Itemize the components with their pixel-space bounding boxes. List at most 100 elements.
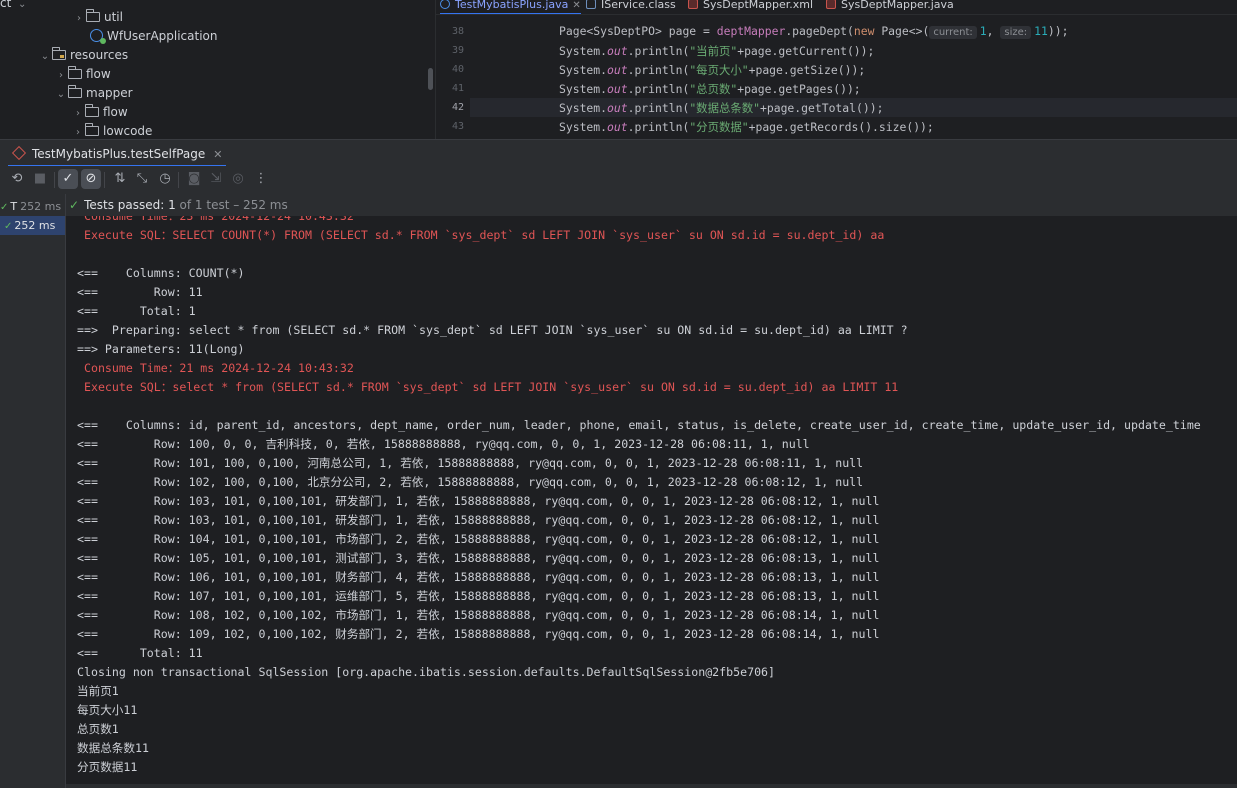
test-tree-item-selected[interactable]: ✓ 252 ms (0, 216, 65, 235)
console-line: <== Total: 1 (77, 304, 196, 318)
history-icon[interactable]: ◷ (155, 169, 175, 189)
mapper-file-icon (826, 0, 836, 9)
console-line-sql-log: Execute SQL：select * from (SELECT sd.* F… (77, 380, 899, 394)
chevron-down-icon[interactable]: ⌄ (38, 47, 52, 66)
chevron-right-icon[interactable]: › (54, 66, 68, 85)
chevron-down-icon[interactable]: ⌄ (54, 85, 68, 104)
folder-icon (86, 9, 100, 22)
console-line: <== Row: 102, 100, 0,100, 北京分公司, 2, 若依, … (77, 475, 864, 489)
console-line: <== Row: 101, 100, 0,100, 河南总公司, 1, 若依, … (77, 456, 864, 470)
spring-boot-app-icon (90, 29, 106, 44)
run-tab-label: TestMybatisPlus.testSelfPage (32, 147, 206, 161)
test-tree-root[interactable]: ✓ T 252 ms (0, 197, 65, 216)
resources-folder-icon (52, 47, 66, 60)
camera-icon[interactable]: ◙ (184, 169, 204, 189)
code-line-41[interactable]: System.out.println("总页数"+page.getPages()… (559, 81, 861, 97)
project-scrollbar[interactable] (428, 68, 433, 90)
console-line: 总页数1 (77, 722, 119, 736)
console-line-sql-log: Consume Time：21 ms 2024-12-24 10:43:32 (77, 361, 354, 375)
param-hint-size: size: (1000, 26, 1032, 39)
collapse-all-icon[interactable]: ⤡ (132, 169, 152, 189)
chevron-down-icon[interactable]: ⌄ (15, 0, 29, 14)
console-line: <== Columns: COUNT(*) (77, 266, 245, 280)
code-line-40[interactable]: System.out.println("每页大小"+page.getSize()… (559, 62, 865, 78)
tree-item-util[interactable]: › util (72, 8, 123, 27)
console-line: <== Row: 109, 102, 0,100,102, 财务部门, 2, 若… (77, 627, 880, 641)
console-line: <== Row: 103, 101, 0,100,101, 研发部门, 1, 若… (77, 513, 880, 527)
line-number-current: 42 (451, 102, 464, 113)
top-area: ct ⌄ › util WfUserApplication ⌄ resources … (0, 0, 1237, 139)
test-results-tree: ✓ T 252 ms ✓ 252 ms (0, 194, 66, 788)
code-line-42[interactable]: System.out.println("数据总条数"+page.getTotal… (559, 100, 883, 116)
passed-check-icon: ✓ (4, 221, 13, 232)
code-line-38[interactable]: Page<SysDeptPO> page = deptMapper.pageDe… (559, 24, 1068, 39)
more-options-icon[interactable]: ⋮ (251, 169, 271, 189)
java-class-icon (440, 0, 450, 9)
project-header[interactable]: ct ⌄ (0, 0, 29, 13)
tree-item-mapper-flow[interactable]: › flow (71, 103, 128, 122)
run-tab[interactable]: TestMybatisPlus.testSelfPage ✕ (8, 143, 227, 167)
import-tests-icon[interactable]: ⇲ (206, 169, 226, 189)
console-line: Closing non transactional SqlSession [or… (77, 665, 776, 679)
line-number: 43 (451, 121, 464, 132)
test-status-bar: ✓ Tests passed: 1 of 1 test – 252 ms (66, 194, 1237, 216)
passed-check-icon: ✓ (0, 202, 9, 213)
chevron-right-icon[interactable]: › (72, 9, 86, 28)
console-horizontal-scrollbar[interactable] (66, 784, 1237, 788)
tab-sysdeptmapper-java[interactable]: SysDeptMapper.java (826, 0, 954, 14)
tree-item-wfuserapplication[interactable]: WfUserApplication (90, 27, 218, 46)
test-run-icon (11, 145, 27, 161)
console-line: <== Total: 11 (77, 646, 203, 660)
tree-item-resources[interactable]: ⌄ resources (38, 46, 128, 65)
rerun-failed-icon[interactable]: ⟲ (7, 169, 27, 189)
console-output[interactable]: Consume Time：23 ms 2024-12-24 10:43:32 E… (66, 216, 1237, 788)
console-line: ==> Parameters: 11(Long) (77, 342, 245, 356)
line-number-gutter: 38 39 40 41 42 43 (436, 16, 470, 139)
status-count: 1 (168, 198, 176, 212)
passed-check-icon: ✓ (69, 198, 80, 212)
stop-icon[interactable]: ■ (30, 169, 50, 189)
line-number: 41 (451, 83, 464, 94)
toolbar-separator (178, 172, 179, 188)
folder-icon (68, 66, 82, 79)
tree-item-mapper[interactable]: ⌄ mapper (54, 84, 133, 103)
folder-icon (85, 123, 99, 136)
console-line: <== Row: 106, 101, 0,100,101, 财务部门, 4, 若… (77, 570, 880, 584)
tab-sysdeptmapper-xml[interactable]: SysDeptMapper.xml (688, 0, 813, 14)
console-line: <== Row: 11 (77, 285, 203, 299)
close-icon[interactable]: ✕ (572, 0, 580, 11)
console-line: <== Row: 104, 101, 0,100,101, 市场部门, 2, 若… (77, 532, 880, 546)
tab-testmybatisplus[interactable]: TestMybatisPlus.java ✕ (440, 0, 581, 14)
console-line-sql-log: Consume Time：23 ms 2024-12-24 10:43:32 (77, 216, 354, 223)
folder-icon (68, 85, 82, 98)
line-number: 39 (451, 45, 464, 56)
run-toolbar: ⟲ ■ ✓ ⊘ ⇅ ⤡ ◷ ◙ ⇲ ◎ ⋮ (0, 166, 1237, 194)
code-line-43[interactable]: System.out.println("分页数据"+page.getRecord… (559, 119, 934, 135)
xml-file-icon (688, 0, 698, 9)
toolbar-separator (104, 172, 105, 188)
console-line: 每页大小11 (77, 703, 138, 717)
console-line: 当前页1 (77, 684, 119, 698)
toolbar-separator (54, 172, 55, 188)
tab-iservice[interactable]: IService.class (586, 0, 676, 14)
show-ignored-toggle-icon[interactable]: ⊘ (81, 169, 101, 189)
tree-item-flow[interactable]: › flow (54, 65, 111, 84)
sort-alphabetically-icon[interactable]: ⇅ (110, 169, 130, 189)
run-tool-window-header: TestMybatisPlus.testSelfPage ✕ (0, 139, 1237, 167)
folder-icon (85, 104, 99, 117)
line-number: 38 (451, 26, 464, 37)
project-title: ct (0, 0, 12, 10)
show-passed-toggle-icon[interactable]: ✓ (58, 169, 78, 189)
code-line-39[interactable]: System.out.println("当前页"+page.getCurrent… (559, 43, 874, 59)
class-file-icon (586, 0, 596, 9)
console-line: <== Columns: id, parent_id, ancestors, d… (77, 418, 1201, 432)
console-line: <== Row: 100, 0, 0, 吉利科技, 0, 若依, 1588888… (77, 437, 810, 451)
close-icon[interactable]: ✕ (213, 148, 222, 161)
editor-tabs: TestMybatisPlus.java ✕ IService.class Sys… (436, 0, 1237, 15)
coverage-icon[interactable]: ◎ (228, 169, 248, 189)
console-line: <== Row: 108, 102, 0,100,102, 市场部门, 1, 若… (77, 608, 880, 622)
console-line: <== Row: 105, 101, 0,100,101, 测试部门, 3, 若… (77, 551, 880, 565)
chevron-right-icon[interactable]: › (71, 104, 85, 123)
console-line-sql-log: Execute SQL：SELECT COUNT(*) FROM (SELECT… (77, 228, 885, 242)
console-line: <== Row: 103, 101, 0,100,101, 研发部门, 1, 若… (77, 494, 880, 508)
